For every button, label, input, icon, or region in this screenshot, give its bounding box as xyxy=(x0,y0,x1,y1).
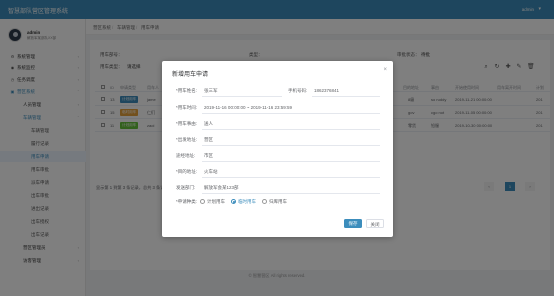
radio-temporary[interactable] xyxy=(231,199,236,204)
radio-return[interactable] xyxy=(262,199,267,204)
applicant-label: *用车姓名: xyxy=(176,88,198,93)
radio-planned[interactable] xyxy=(200,199,205,204)
reason-field[interactable]: 送人 xyxy=(204,121,213,127)
destination-label: *目的地址: xyxy=(176,169,198,174)
field-underline xyxy=(312,96,380,97)
cancel-button[interactable]: 关闭 xyxy=(366,219,384,228)
via-address-field[interactable]: 市区 xyxy=(204,153,213,159)
department-field[interactable]: 解放军会某123部 xyxy=(204,185,239,191)
new-vehicle-request-dialog: 新增用车申请 × *用车姓名: 张三军 手机号码: 1862376841 *用车… xyxy=(162,61,393,237)
phone-field[interactable]: 1862376841 xyxy=(314,88,339,93)
start-address-label: *出发地址: xyxy=(176,137,198,142)
field-underline xyxy=(202,193,380,194)
field-underline xyxy=(202,145,380,146)
field-underline xyxy=(202,96,282,97)
time-label: *用车时间: xyxy=(176,105,198,110)
phone-label: 手机号码: xyxy=(288,88,308,93)
close-icon[interactable]: × xyxy=(383,67,387,73)
field-underline xyxy=(202,129,380,130)
destination-field[interactable]: 火车站 xyxy=(204,169,218,175)
save-button[interactable]: 保存 xyxy=(344,219,362,228)
time-range-field[interactable]: 2019-11-16 00:00:00 ~ 2019-11-16 23:59:5… xyxy=(204,105,292,110)
field-underline xyxy=(202,113,380,114)
via-address-label: 途经地址: xyxy=(176,153,196,158)
dialog-title: 新增用车申请 xyxy=(172,72,209,78)
department-label: 发送部门: xyxy=(176,185,196,190)
request-type-label: *申请种类: xyxy=(176,199,198,204)
radio-return-label[interactable]: 归库用车 xyxy=(269,199,287,205)
field-underline xyxy=(202,177,380,178)
radio-temporary-label[interactable]: 临时用车 xyxy=(238,199,256,205)
field-underline xyxy=(202,161,380,162)
reason-label: *用车事由: xyxy=(176,121,198,126)
start-address-field[interactable]: 营区 xyxy=(204,137,213,143)
radio-planned-label[interactable]: 计划用车 xyxy=(207,199,225,205)
applicant-field[interactable]: 张三军 xyxy=(204,88,218,94)
